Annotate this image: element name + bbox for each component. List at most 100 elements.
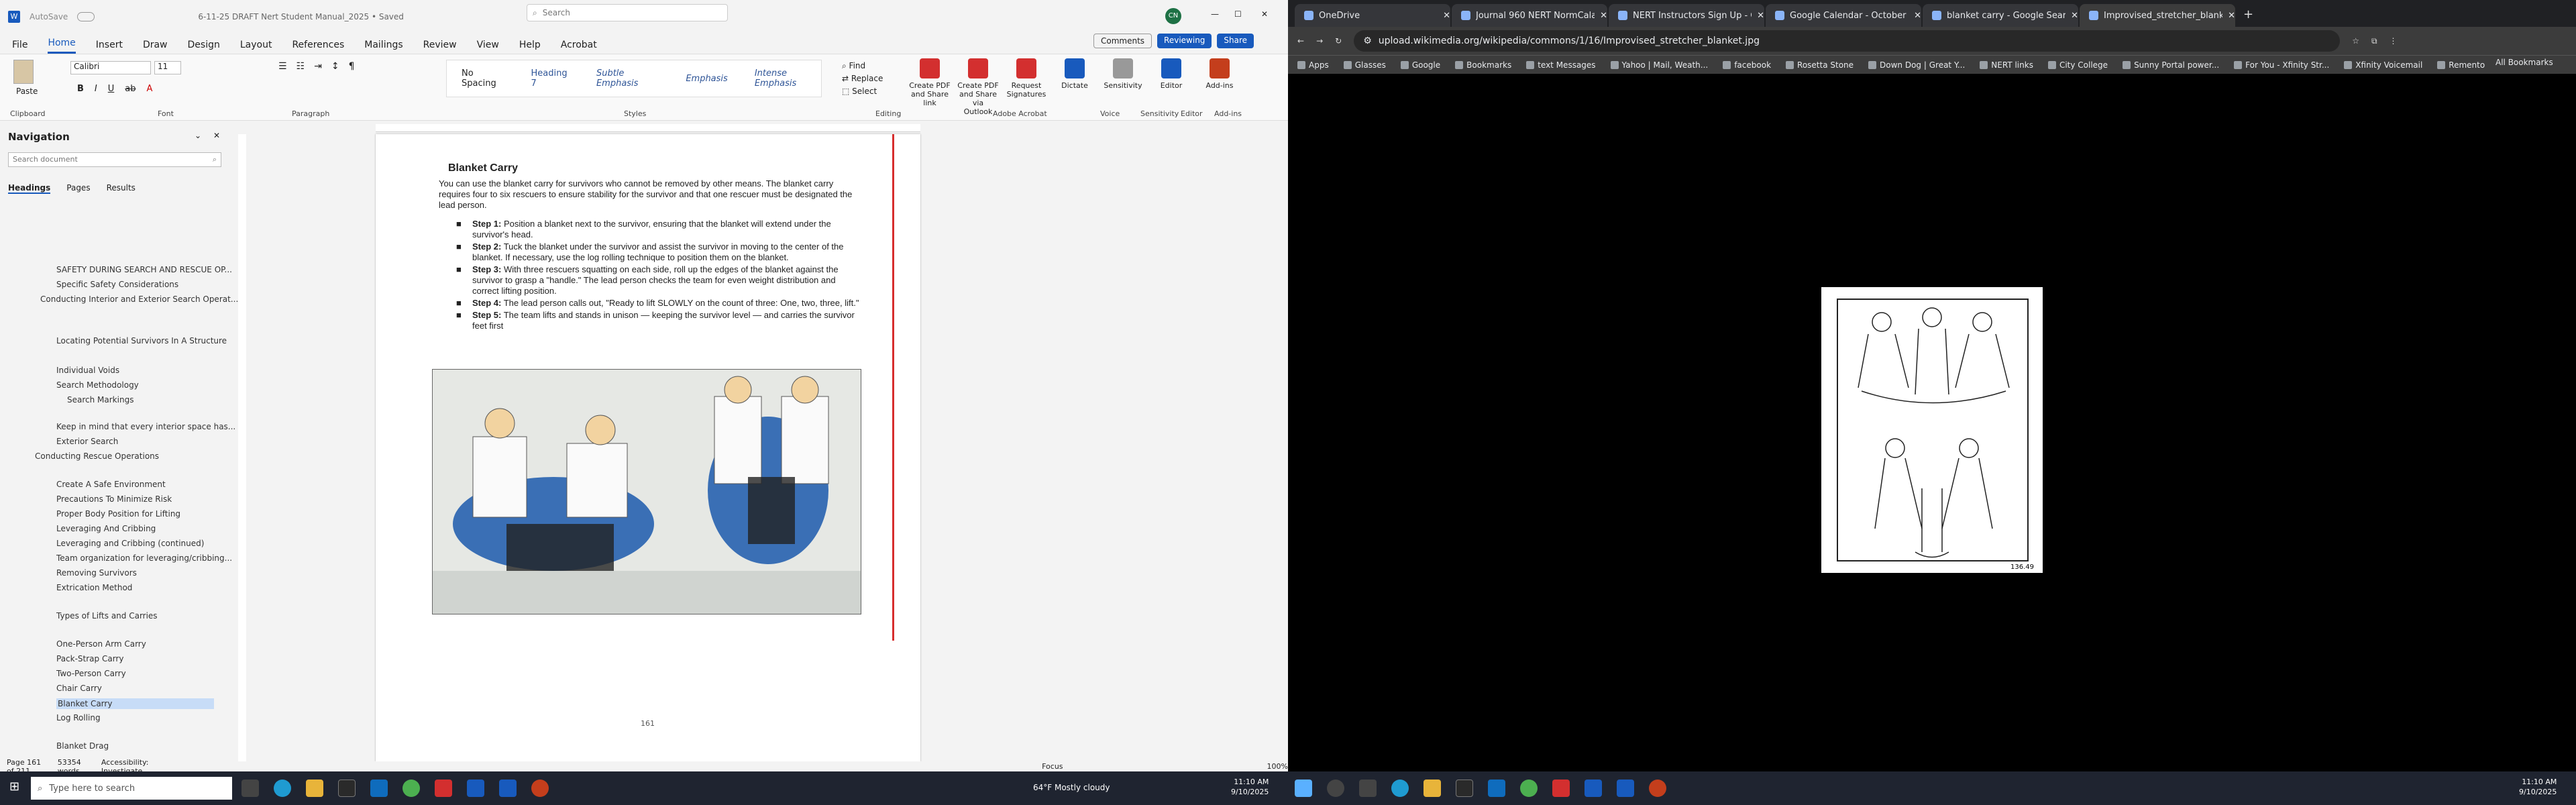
browser-tab[interactable]: NERT Instructors Sign Up - Goo ✕ xyxy=(1609,4,1764,27)
browser-tab[interactable]: OneDrive ✕ xyxy=(1295,4,1450,27)
nav-heading-item[interactable]: Conducting Interior and Exterior Search … xyxy=(40,294,238,304)
all-bookmarks[interactable]: All Bookmarks xyxy=(2496,58,2553,67)
new-tab-icon[interactable]: + xyxy=(2237,7,2260,27)
nav-heading-item[interactable]: Blanket Drag xyxy=(56,741,109,751)
tab-close-icon[interactable]: ✕ xyxy=(2228,11,2235,21)
nav-heading-item[interactable]: Pack-Strap Carry xyxy=(56,654,123,663)
start-icon[interactable]: ⊞ xyxy=(9,780,19,794)
sort-icon[interactable]: ↕ xyxy=(331,61,339,72)
chrome-icon[interactable] xyxy=(402,780,420,797)
word-icon[interactable] xyxy=(1585,780,1602,797)
user-avatar[interactable]: CN xyxy=(1165,8,1181,24)
select-button[interactable]: ⬚ Select xyxy=(842,85,883,98)
browser-tab[interactable]: Improvised_stretcher_blanket.jp ✕ xyxy=(2080,4,2235,27)
minimize-icon[interactable]: — xyxy=(1211,9,1219,19)
nav-heading-item[interactable]: Two-Person Carry xyxy=(56,669,126,678)
outlook-icon[interactable] xyxy=(370,780,388,797)
ribbon-tab-help[interactable]: Help xyxy=(519,40,541,54)
maximize-icon[interactable]: ☐ xyxy=(1234,9,1242,19)
autosave-label[interactable]: AutoSave xyxy=(30,12,68,21)
underline-button[interactable]: U xyxy=(108,84,115,94)
tab-close-icon[interactable]: ✕ xyxy=(1914,11,1921,21)
nav-heading-item[interactable]: Conducting Rescue Operations xyxy=(35,451,159,461)
ribbon-tab-references[interactable]: References xyxy=(292,40,344,54)
chrome-icon[interactable] xyxy=(1520,780,1538,797)
weather-widget[interactable]: 64°F Mostly cloudy xyxy=(1033,783,1110,792)
store-icon[interactable] xyxy=(338,780,356,797)
nav-tab-headings[interactable]: Headings xyxy=(8,183,51,194)
tab-close-icon[interactable]: ✕ xyxy=(2071,11,2078,21)
nav-close-icon[interactable]: ✕ xyxy=(213,131,220,140)
task-view-icon[interactable] xyxy=(241,780,259,797)
nav-heading-item[interactable]: Precautions To Minimize Risk xyxy=(56,494,172,504)
bookmark-item[interactable]: Xfinity Voicemail xyxy=(2344,60,2422,70)
bookmark-item[interactable]: Apps xyxy=(1297,60,1329,70)
nav-heading-item[interactable]: Team organization for leveraging/cribbin… xyxy=(56,553,232,563)
nav-heading-item[interactable]: Blanket Carry xyxy=(56,698,214,709)
edge-icon[interactable] xyxy=(274,780,291,797)
style-item[interactable]: Subtle Emphasis xyxy=(596,68,659,89)
word-count[interactable]: 53354 words xyxy=(58,758,85,772)
ribbon-tab-review[interactable]: Review xyxy=(423,40,457,54)
bookmark-item[interactable]: Glasses xyxy=(1343,60,1386,70)
nav-heading-item[interactable]: Search Markings xyxy=(67,395,133,405)
nav-heading-item[interactable]: Log Rolling xyxy=(56,713,101,722)
style-item[interactable]: Emphasis xyxy=(686,74,728,84)
acrobat-icon[interactable] xyxy=(435,780,452,797)
focus-button[interactable]: Focus xyxy=(1042,762,1063,771)
nav-tab-results[interactable]: Results xyxy=(107,183,136,194)
bookmark-item[interactable]: NERT links xyxy=(1980,60,2033,70)
store-icon[interactable] xyxy=(1456,780,1473,797)
replace-button[interactable]: ⇄ Replace xyxy=(842,72,883,85)
bookmark-item[interactable]: Yahoo | Mail, Weath... xyxy=(1610,60,1708,70)
search-icon[interactable] xyxy=(1327,780,1344,797)
start-icon[interactable] xyxy=(1295,780,1312,797)
nav-heading-item[interactable]: One-Person Arm Carry xyxy=(56,639,146,649)
bookmark-item[interactable]: text Messages xyxy=(1526,60,1596,70)
nav-search-box[interactable]: Search document ⌕ xyxy=(8,152,221,167)
back-icon[interactable]: ← xyxy=(1297,36,1304,46)
ribbon-button[interactable]: Sensitivity xyxy=(1102,58,1144,116)
ribbon-tab-acrobat[interactable]: Acrobat xyxy=(561,40,597,54)
powerpoint-icon[interactable] xyxy=(531,780,549,797)
ribbon-tab-layout[interactable]: Layout xyxy=(240,40,272,54)
bookmark-item[interactable]: For You - Xfinity Str... xyxy=(2234,60,2329,70)
bookmark-item[interactable]: Google xyxy=(1400,60,1440,70)
tab-close-icon[interactable]: ✕ xyxy=(1600,11,1607,21)
nav-options-icon[interactable]: ⌄ xyxy=(195,131,201,140)
indent-icon[interactable]: ⇥ xyxy=(314,61,322,72)
nav-heading-item[interactable]: Proper Body Position for Lifting xyxy=(56,509,180,519)
bullets-icon[interactable]: ☰ xyxy=(278,61,287,72)
close-icon[interactable]: ✕ xyxy=(1261,9,1268,19)
reload-icon[interactable]: ↻ xyxy=(1335,36,1342,46)
file-explorer-icon[interactable] xyxy=(1424,780,1441,797)
page-count[interactable]: Page 161 of 211 xyxy=(7,758,42,772)
style-item[interactable]: No Spacing xyxy=(462,68,504,89)
ribbon-button[interactable]: Dictate xyxy=(1054,58,1095,116)
ribbon-tab-design[interactable]: Design xyxy=(188,40,220,54)
clock-right[interactable]: 11:10 AM 9/10/2025 xyxy=(2519,777,2557,797)
word-icon-2[interactable] xyxy=(499,780,517,797)
horizontal-ruler[interactable] xyxy=(376,124,920,132)
bookmark-item[interactable]: Down Dog | Great Y... xyxy=(1868,60,1965,70)
find-button[interactable]: ⌕ Find xyxy=(842,60,883,72)
taskbar-search[interactable]: ⌕ Type here to search xyxy=(31,777,232,800)
forward-icon[interactable]: → xyxy=(1316,36,1323,46)
menu-icon[interactable]: ⋮ xyxy=(2390,36,2398,46)
ribbon-button[interactable]: Request Signatures xyxy=(1006,58,1047,116)
tab-close-icon[interactable]: ✕ xyxy=(1443,11,1450,21)
ribbon-button[interactable]: Create PDF and Share link xyxy=(909,58,951,116)
bookmark-star-icon[interactable]: ☆ xyxy=(2352,36,2359,46)
outlook-icon[interactable] xyxy=(1488,780,1505,797)
pilcrow-icon[interactable]: ¶ xyxy=(349,61,355,72)
nav-heading-item[interactable]: Leveraging And Cribbing xyxy=(56,524,156,533)
ribbon-tab-mailings[interactable]: Mailings xyxy=(364,40,402,54)
nav-heading-item[interactable]: Leveraging and Cribbing (continued) xyxy=(56,539,204,548)
ribbon-tab-file[interactable]: File xyxy=(12,40,28,54)
document-title[interactable]: 6-11-25 DRAFT Nert Student Manual_2025 •… xyxy=(198,12,404,21)
browser-tab[interactable]: blanket carry - Google Search ✕ xyxy=(1923,4,2078,27)
ribbon-button[interactable]: Editor xyxy=(1150,58,1192,116)
accessibility-status[interactable]: Accessibility: Investigate xyxy=(101,758,154,772)
acrobat-icon[interactable] xyxy=(1552,780,1570,797)
browser-tab[interactable]: Journal 960 NERT NormCala.do ✕ xyxy=(1452,4,1607,27)
